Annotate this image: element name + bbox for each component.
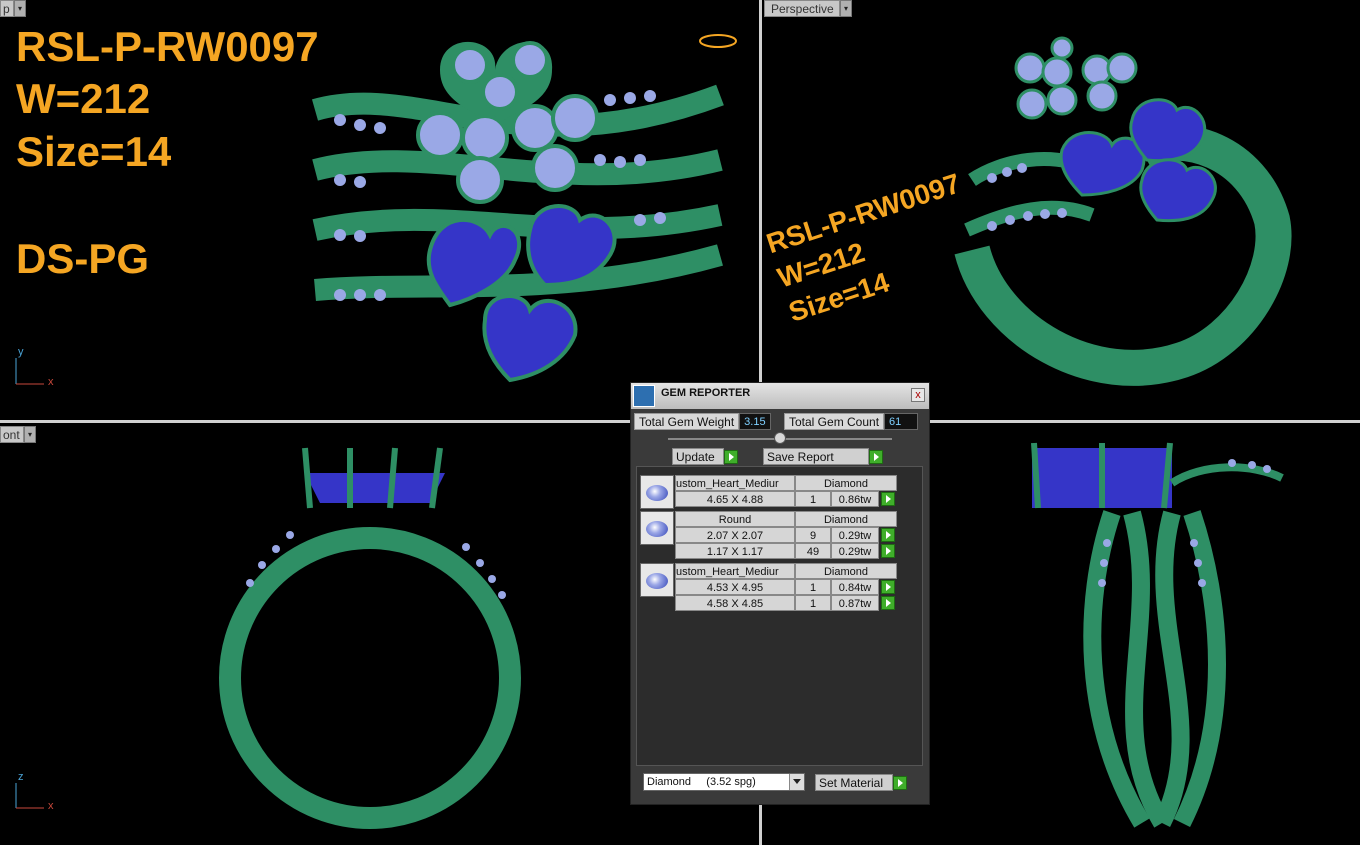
gem-row-go-icon[interactable]: [881, 596, 895, 610]
gem-shape-cell[interactable]: ustom_Heart_Mediur: [675, 475, 795, 491]
close-icon[interactable]: x: [911, 388, 925, 402]
save-report-button[interactable]: Save Report: [763, 448, 883, 465]
gem-material-cell[interactable]: Diamond: [795, 511, 897, 527]
gem-size-cell[interactable]: 2.07 X 2.07: [675, 527, 795, 543]
set-material-button-label[interactable]: Set Material: [815, 774, 893, 791]
total-weight-label: Total Gem Weight: [634, 413, 740, 430]
gem-row-go-icon[interactable]: [881, 544, 895, 558]
gem-material-cell[interactable]: Diamond: [795, 475, 897, 491]
axis-y-label: y: [18, 346, 24, 358]
gem-row-go-icon[interactable]: [881, 580, 895, 594]
gem-count-cell[interactable]: 1: [795, 491, 831, 507]
set-material-button[interactable]: Set Material: [815, 774, 907, 791]
update-go-icon[interactable]: [724, 449, 738, 464]
total-count-label: Total Gem Count: [784, 413, 885, 430]
ring-band: [312, 149, 723, 186]
gem-shape-icon: [640, 475, 674, 509]
gem-reporter-title: GEM REPORTER: [661, 387, 751, 399]
ring-shank: [219, 527, 521, 829]
design-code-text: RSL-P-RW0097: [16, 23, 319, 70]
gem-weight-cell[interactable]: 0.87tw: [831, 595, 879, 611]
gem-reporter-titlebar[interactable]: GEM REPORTER x: [631, 383, 929, 409]
gem-weight-cell[interactable]: 0.86tw: [831, 491, 879, 507]
total-count-value: 61: [884, 413, 919, 430]
gem-weight-cell[interactable]: 0.29tw: [831, 527, 879, 543]
chevron-down-icon[interactable]: [789, 774, 804, 790]
update-button-label[interactable]: Update: [672, 448, 724, 465]
gem-shape-cell[interactable]: ustom_Heart_Mediur: [675, 563, 795, 579]
gem-shape-icon: [640, 511, 674, 545]
ring-band: [314, 244, 723, 301]
panel-slider-knob[interactable]: [774, 432, 786, 444]
viewport-label[interactable]: Perspective: [764, 0, 840, 17]
material-select-value: Diamond (3.52 spg): [647, 776, 756, 788]
axis-x-label: x: [48, 800, 54, 812]
viewport-top-left[interactable]: p ▾ RSL-P-RW0097 W=212 Size=14 DS-PG y x: [0, 0, 759, 420]
set-material-go-icon[interactable]: [893, 775, 907, 790]
gem-weight-cell[interactable]: 0.84tw: [831, 579, 879, 595]
viewport-menu-dropdown[interactable]: ▾: [24, 426, 36, 443]
viewport-menu-dropdown[interactable]: ▾: [14, 0, 26, 17]
gem-row-go-icon[interactable]: [881, 528, 895, 542]
save-report-go-icon[interactable]: [869, 449, 883, 464]
total-count-row: Total Gem Count 61: [784, 413, 919, 430]
gem-count-cell[interactable]: 1: [795, 595, 831, 611]
gem-size-cell[interactable]: 4.53 X 4.95: [675, 579, 795, 595]
gem-count-cell[interactable]: 9: [795, 527, 831, 543]
gem-count-cell[interactable]: 1: [795, 579, 831, 595]
gem-weight-cell[interactable]: 0.29tw: [831, 543, 879, 559]
viewport-label[interactable]: ont: [0, 426, 24, 443]
gem-count-cell[interactable]: 49: [795, 543, 831, 559]
gem-size-cell[interactable]: 1.17 X 1.17: [675, 543, 795, 559]
update-button[interactable]: Update: [672, 448, 738, 465]
gem-shape-icon: [640, 563, 674, 597]
gem-row-go-icon[interactable]: [881, 492, 895, 506]
total-weight-row: Total Gem Weight 3.15: [634, 413, 771, 430]
gem-shape-cell[interactable]: Round: [675, 511, 795, 527]
gem-size-cell[interactable]: 4.58 X 4.85: [675, 595, 795, 611]
gem-size-cell[interactable]: 4.65 X 4.88: [675, 491, 795, 507]
design-size-text: Size=14: [16, 128, 172, 175]
viewport-menu-dropdown[interactable]: ▾: [840, 0, 852, 17]
axis-z-label: z: [18, 771, 24, 783]
ring-icon: [699, 34, 737, 48]
material-select[interactable]: Diamond (3.52 spg): [643, 773, 805, 791]
design-material-text: DS-PG: [16, 235, 150, 282]
gem-material-cell[interactable]: Diamond: [795, 563, 897, 579]
viewport-label[interactable]: p: [0, 0, 14, 17]
axis-x-label: x: [48, 376, 54, 388]
sapphire-top: [305, 473, 445, 503]
gem-reporter-app-icon: [633, 385, 655, 407]
total-weight-value: 3.15: [739, 413, 771, 430]
save-report-button-label[interactable]: Save Report: [763, 448, 869, 465]
design-weight-text: W=212: [16, 75, 151, 122]
